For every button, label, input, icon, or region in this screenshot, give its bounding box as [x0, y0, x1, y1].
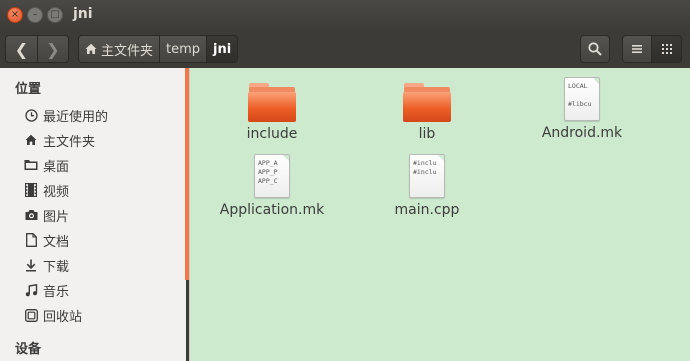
- breadcrumb-temp[interactable]: temp: [159, 36, 207, 62]
- file-name: Android.mk: [541, 125, 623, 141]
- chevron-left-icon: ❮: [14, 39, 29, 59]
- trash-icon: [24, 308, 38, 322]
- sidebar-item-label: 主文件夹: [43, 134, 96, 150]
- breadcrumb: 主文件夹 temp jni: [78, 35, 239, 63]
- minimize-icon: –: [32, 9, 38, 20]
- film-icon: [24, 183, 38, 197]
- minimize-button[interactable]: –: [27, 7, 43, 23]
- sidebar-section-devices: 设备: [15, 342, 42, 357]
- file-name: include: [246, 126, 298, 142]
- sidebar-item-downloads[interactable]: 下载: [24, 254, 69, 276]
- file-item-include[interactable]: include: [212, 82, 332, 142]
- file-item-main-cpp[interactable]: #inclu #inclu main.cpp: [367, 154, 487, 218]
- folder-icon: [403, 82, 451, 122]
- file-preview: #inclu #inclu: [413, 159, 437, 176]
- title-bar: × – □ jni: [0, 0, 690, 30]
- grid-view-button[interactable]: [652, 35, 682, 63]
- sidebar-item-label: 最近使用的: [43, 109, 109, 125]
- breadcrumb-jni[interactable]: jni: [206, 36, 238, 62]
- file-preview: LOCAL #libcu: [568, 82, 592, 108]
- search-button-wrap: [580, 35, 610, 63]
- sidebar-item-home[interactable]: 主文件夹: [24, 129, 95, 151]
- search-button[interactable]: [580, 35, 610, 63]
- list-view-button[interactable]: [622, 35, 652, 63]
- text-file-icon: LOCAL #libcu: [564, 77, 600, 121]
- chevron-right-icon: ❯: [46, 39, 60, 59]
- home-icon: [24, 133, 38, 147]
- sidebar-item-desktop[interactable]: 桌面: [24, 154, 69, 176]
- music-note-icon: [24, 283, 38, 297]
- desktop-folder-icon: [24, 158, 38, 172]
- grid-view-icon: [661, 44, 672, 54]
- sidebar-item-label: 图片: [43, 209, 70, 225]
- search-icon: [588, 42, 602, 56]
- sidebar-item-videos[interactable]: 视频: [24, 179, 69, 201]
- text-file-icon: #inclu #inclu: [409, 154, 445, 198]
- file-name: main.cpp: [394, 202, 460, 218]
- list-view-icon: [632, 45, 642, 53]
- file-view: include lib LOCAL #libcu Android.mk APP_…: [190, 68, 690, 361]
- sidebar-item-label: 回收站: [43, 309, 83, 325]
- file-item-android-mk[interactable]: LOCAL #libcu Android.mk: [522, 77, 642, 141]
- back-button[interactable]: ❮: [6, 36, 37, 62]
- folder-icon: [248, 82, 296, 122]
- home-icon: [85, 43, 97, 54]
- file-item-lib[interactable]: lib: [367, 82, 487, 142]
- file-name: Application.mk: [219, 202, 325, 218]
- file-item-application-mk[interactable]: APP_A APP_P APP_C Application.mk: [212, 154, 332, 218]
- close-button[interactable]: ×: [7, 7, 23, 23]
- file-name: lib: [418, 126, 436, 142]
- file-preview: APP_A APP_P APP_C: [258, 159, 278, 185]
- maximize-icon: □: [50, 9, 60, 20]
- sidebar-item-label: 下载: [43, 259, 70, 275]
- clock-icon: [24, 108, 38, 122]
- breadcrumb-home-label: 主文件夹: [101, 43, 154, 59]
- sidebar-item-recent[interactable]: 最近使用的: [24, 104, 108, 126]
- breadcrumb-home[interactable]: 主文件夹: [79, 36, 160, 62]
- sidebar-section-places: 位置: [15, 82, 42, 97]
- sidebar-item-pictures[interactable]: 图片: [24, 204, 69, 226]
- nav-buttons: ❮ ❯: [5, 35, 69, 63]
- text-file-icon: APP_A APP_P APP_C: [254, 154, 290, 198]
- sidebar: 位置 最近使用的 主文件夹 桌面 视频 图片 文档 下载 音乐 回收站 设备: [0, 68, 186, 361]
- toolbar: ❮ ❯ 主文件夹 temp jni: [0, 30, 690, 68]
- sidebar-item-music[interactable]: 音乐: [24, 279, 69, 301]
- sidebar-item-label: 文档: [43, 234, 70, 250]
- forward-button[interactable]: ❯: [37, 36, 68, 62]
- sidebar-item-trash[interactable]: 回收站: [24, 304, 82, 326]
- close-icon: ×: [10, 9, 20, 20]
- download-icon: [24, 258, 38, 272]
- camera-icon: [24, 208, 38, 222]
- maximize-button[interactable]: □: [47, 7, 63, 23]
- window-title: jni: [73, 6, 93, 22]
- sidebar-item-documents[interactable]: 文档: [24, 229, 69, 251]
- sidebar-item-label: 音乐: [43, 284, 70, 300]
- document-icon: [24, 233, 38, 247]
- sidebar-item-label: 视频: [43, 184, 70, 200]
- view-toggle: [622, 35, 682, 63]
- sidebar-item-label: 桌面: [43, 159, 70, 175]
